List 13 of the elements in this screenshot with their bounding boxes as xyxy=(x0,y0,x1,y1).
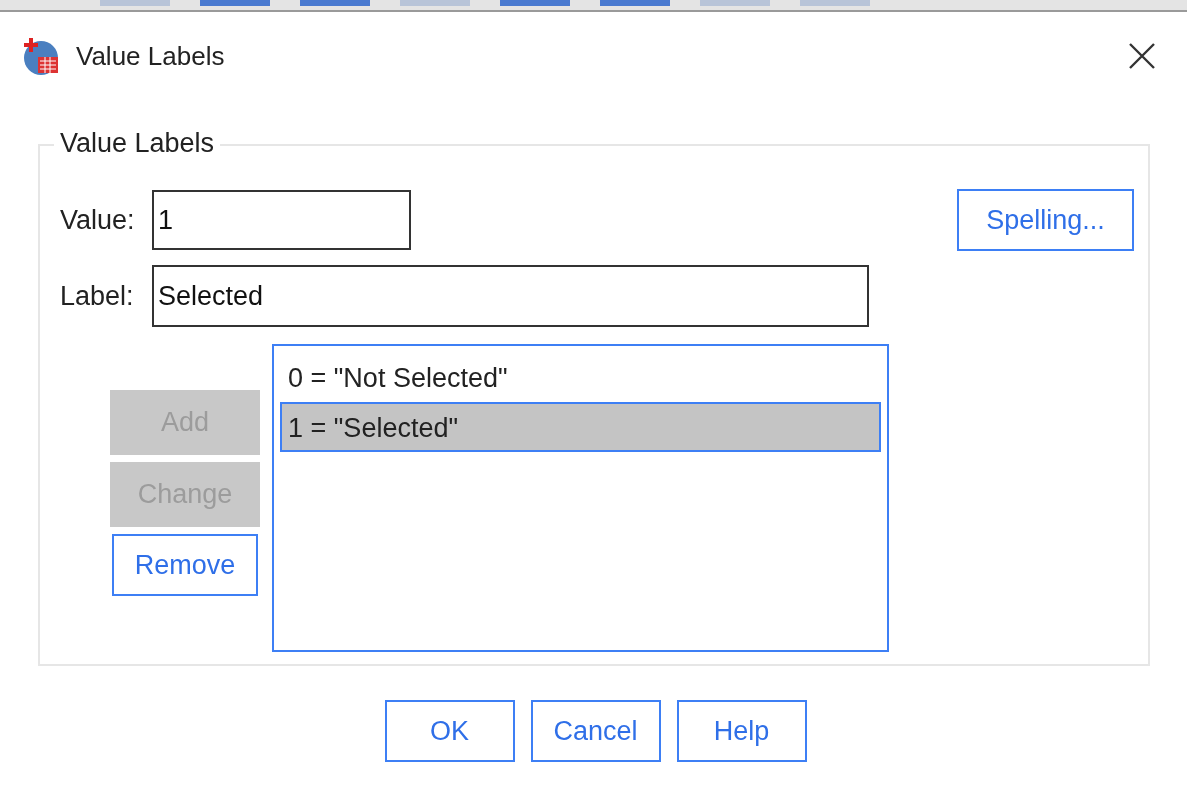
value-field[interactable]: 1 xyxy=(152,190,411,250)
window-title: Value Labels xyxy=(76,40,226,72)
action-button[interactable]: Remove xyxy=(112,534,258,596)
spelling-button[interactable]: Spelling... xyxy=(957,189,1134,251)
label-field[interactable]: Selected xyxy=(152,265,869,327)
dialog-button[interactable]: OK xyxy=(384,700,515,762)
field-label: Value: xyxy=(59,204,136,236)
dialog-button[interactable]: Cancel xyxy=(530,700,661,762)
field-label: Label: xyxy=(59,280,135,312)
dialog-button[interactable]: Help xyxy=(676,700,807,762)
labels-list[interactable]: 0 = "Not Selected" 1 = "Selected" xyxy=(272,344,889,652)
list-item[interactable]: 0 = "Not Selected" xyxy=(280,352,881,402)
list-item[interactable]: 1 = "Selected" xyxy=(280,402,881,452)
